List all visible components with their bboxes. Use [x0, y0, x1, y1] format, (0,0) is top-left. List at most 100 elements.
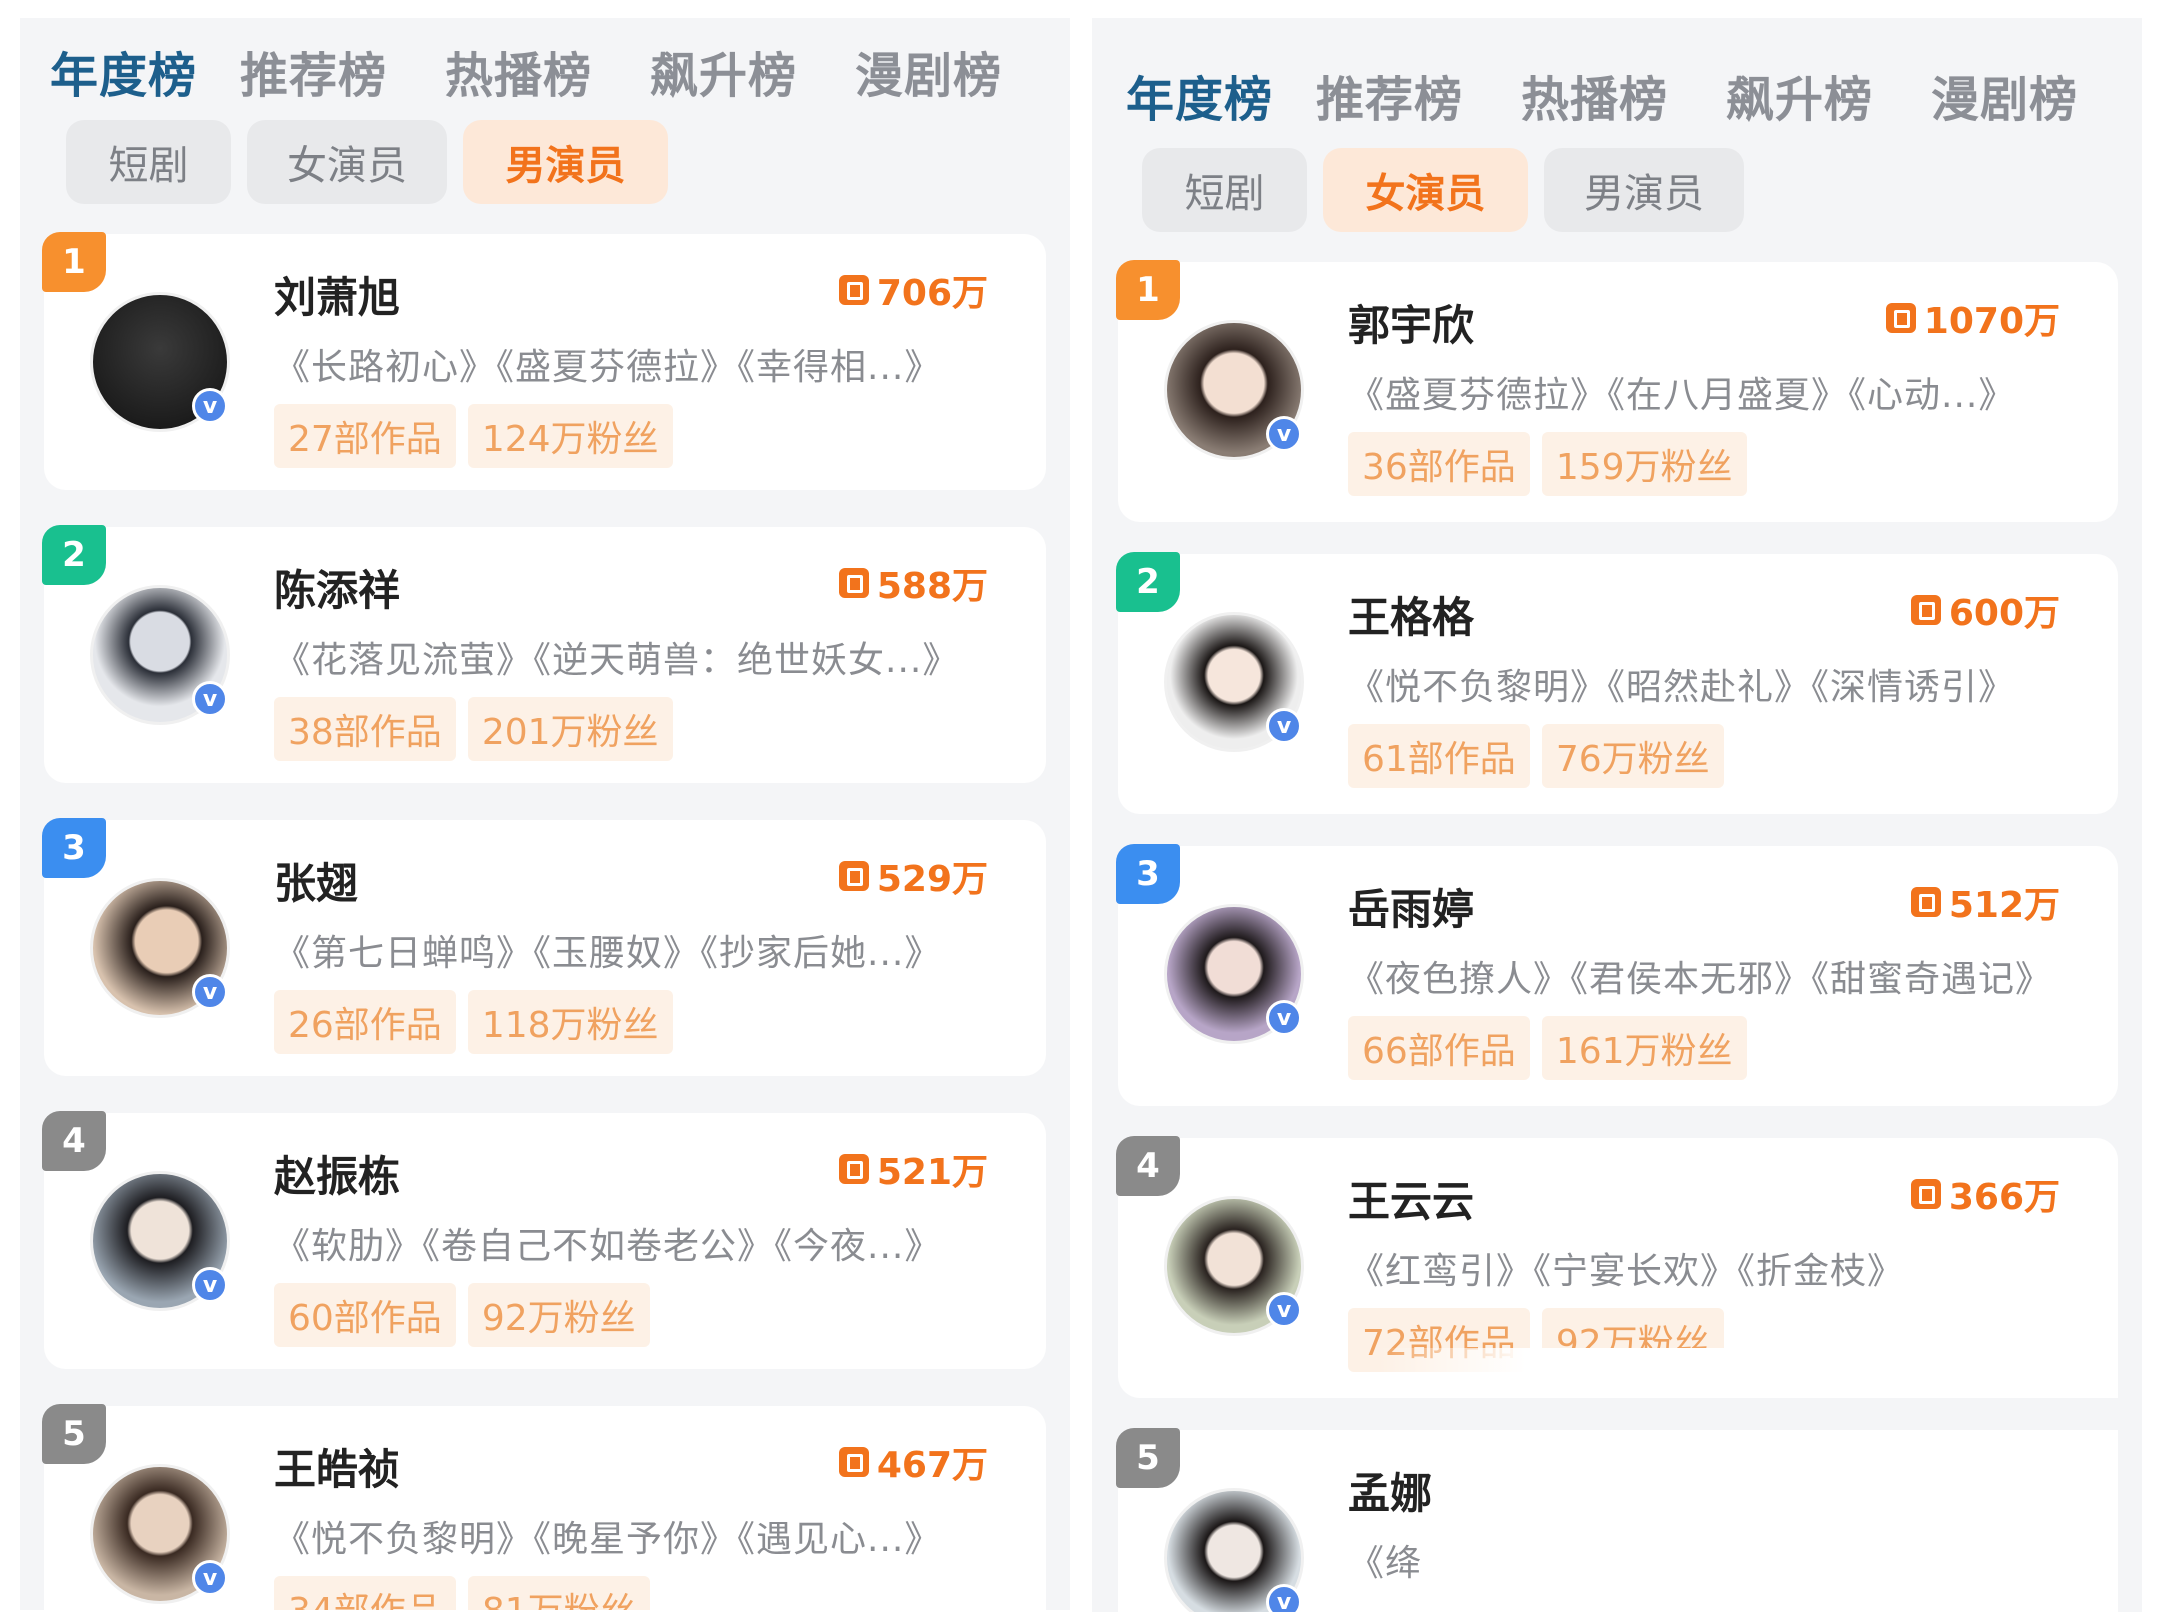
rank-badge: 2: [1116, 552, 1180, 612]
list-item[interactable]: 1 v 郭宇欣 1070万 《盛夏芬德拉》《在八月盛夏》《心动...》 36部作…: [1116, 260, 2118, 522]
ranking-tabs: 年度榜 推荐榜 热播榜 飙升榜 漫剧榜: [50, 36, 1060, 106]
actor-name[interactable]: 刘萧旭: [274, 264, 400, 325]
tab-annual[interactable]: 年度榜: [1126, 60, 1316, 130]
works-count: 66部作品: [1348, 1016, 1530, 1080]
works-count: 36部作品: [1348, 432, 1530, 496]
rank-badge: 4: [42, 1111, 106, 1171]
works-list: 《悦不负黎明》《晚星予你》《遇见心...》: [274, 1519, 942, 1560]
fade-overlay: [1478, 1430, 2118, 1612]
verified-icon: v: [1266, 1292, 1302, 1328]
stats: 38部作品 201万粉丝: [274, 697, 673, 761]
tab-recommended[interactable]: 推荐榜: [1316, 60, 1521, 130]
fans-count: 161万粉丝: [1541, 1016, 1747, 1080]
tab-rising[interactable]: 飙升榜: [650, 36, 855, 106]
tab-hot[interactable]: 热播榜: [1521, 60, 1726, 130]
heat-value: 366万: [1910, 1168, 2060, 1220]
actor-name[interactable]: 赵振栋: [274, 1143, 400, 1204]
works-list: 《悦不负黎明》《昭然赴礼》《深情诱引》: [1348, 667, 2016, 708]
verified-icon: v: [192, 1560, 228, 1596]
heat-icon: [838, 568, 869, 598]
heat-icon: [1885, 303, 1916, 333]
tab-annual[interactable]: 年度榜: [50, 36, 240, 106]
list-item[interactable]: 1 v 刘萧旭 706万 《长路初心》《盛夏芬德拉》《幸得相...》 27部作品…: [42, 232, 1046, 490]
tab-comic[interactable]: 漫剧榜: [1931, 60, 2136, 130]
rank-badge: 1: [42, 232, 106, 292]
works-count: 34部作品: [274, 1576, 456, 1610]
stats: 34部作品 81万粉丝: [274, 1576, 650, 1610]
fans-count: 201万粉丝: [467, 697, 673, 761]
chip-actress[interactable]: 女演员: [1323, 148, 1528, 232]
actress-ranking-panel: 年度榜 推荐榜 热播榜 飙升榜 漫剧榜 短剧 女演员 男演员 1 v 郭宇欣 1…: [1092, 18, 2142, 1612]
actress-name[interactable]: 郭宇欣: [1348, 292, 1474, 353]
heat-icon: [838, 861, 869, 891]
actor-name[interactable]: 王皓祯: [274, 1436, 400, 1497]
category-chips: 短剧 女演员 男演员: [1142, 148, 1744, 232]
works-list: 《红鸾引》《宁宴长欢》《折金枝》: [1348, 1251, 1905, 1292]
verified-icon: v: [192, 1267, 228, 1303]
tab-rising[interactable]: 飙升榜: [1726, 60, 1931, 130]
works-count: 27部作品: [274, 404, 456, 468]
works-list: 《软肋》《卷自己不如卷老公》《今夜...》: [274, 1226, 942, 1267]
heat-value: 512万: [1910, 876, 2060, 928]
chip-actor[interactable]: 男演员: [463, 120, 668, 204]
works-list: 《盛夏芬德拉》《在八月盛夏》《心动...》: [1348, 375, 2016, 416]
category-chips: 短剧 女演员 男演员: [66, 120, 668, 204]
actress-name[interactable]: 王云云: [1348, 1168, 1474, 1229]
verified-icon: v: [192, 974, 228, 1010]
works-list: 《绛: [1348, 1543, 1423, 1584]
chip-short-drama[interactable]: 短剧: [66, 120, 231, 204]
heat-value: 706万: [838, 264, 988, 316]
fade-overlay: [1378, 1348, 2118, 1398]
actor-name[interactable]: 张翅: [274, 850, 358, 911]
actress-name[interactable]: 岳雨婷: [1348, 876, 1474, 937]
verified-icon: v: [1266, 1584, 1302, 1612]
works-count: 38部作品: [274, 697, 456, 761]
list-item[interactable]: 2 v 陈添祥 588万 《花落见流萤》《逆天萌兽：绝世妖女...》 38部作品…: [42, 525, 1046, 783]
fans-count: 81万粉丝: [467, 1576, 650, 1610]
tab-hot[interactable]: 热播榜: [445, 36, 650, 106]
fans-count: 124万粉丝: [467, 404, 673, 468]
heat-value: 1070万: [1885, 292, 2060, 344]
list-item[interactable]: 2 v 王格格 600万 《悦不负黎明》《昭然赴礼》《深情诱引》 61部作品 7…: [1116, 552, 2118, 814]
rank-badge: 3: [42, 818, 106, 878]
list-item[interactable]: 3 v 岳雨婷 512万 《夜色撩人》《君侯本无邪》《甜蜜奇遇记》 66部作品 …: [1116, 844, 2118, 1106]
fans-count: 159万粉丝: [1541, 432, 1747, 496]
heat-icon: [838, 275, 869, 305]
male-actor-ranking-panel: 年度榜 推荐榜 热播榜 飙升榜 漫剧榜 短剧 女演员 男演员 1 v 刘萧旭 7…: [20, 18, 1070, 1610]
tab-comic[interactable]: 漫剧榜: [855, 36, 1060, 106]
heat-icon: [838, 1154, 869, 1184]
verified-icon: v: [1266, 708, 1302, 744]
chip-short-drama[interactable]: 短剧: [1142, 148, 1307, 232]
fans-count: 118万粉丝: [467, 990, 673, 1054]
verified-icon: v: [192, 681, 228, 717]
list-item[interactable]: 5 v 孟娜 《绛: [1116, 1428, 2118, 1612]
tab-recommended[interactable]: 推荐榜: [240, 36, 445, 106]
chip-actress[interactable]: 女演员: [247, 120, 447, 204]
verified-icon: v: [1266, 416, 1302, 452]
actor-name[interactable]: 陈添祥: [274, 557, 400, 618]
stats: 61部作品 76万粉丝: [1348, 724, 1724, 788]
rank-badge: 5: [1116, 1428, 1180, 1488]
stats: 27部作品 124万粉丝: [274, 404, 673, 468]
actress-name[interactable]: 孟娜: [1348, 1460, 1432, 1521]
list-item[interactable]: 4 v 王云云 366万 《红鸾引》《宁宴长欢》《折金枝》 72部作品 92万粉…: [1116, 1136, 2118, 1398]
works-list: 《夜色撩人》《君侯本无邪》《甜蜜奇遇记》: [1348, 959, 2053, 1000]
works-count: 26部作品: [274, 990, 456, 1054]
works-count: 61部作品: [1348, 724, 1530, 788]
actress-name[interactable]: 王格格: [1348, 584, 1474, 645]
verified-icon: v: [192, 388, 228, 424]
heat-icon: [1910, 887, 1941, 917]
rank-badge: 4: [1116, 1136, 1180, 1196]
panel-divider: [1070, 0, 1092, 1620]
heat-icon: [1910, 1179, 1941, 1209]
ranking-tabs: 年度榜 推荐榜 热播榜 飙升榜 漫剧榜: [1126, 60, 2136, 130]
heat-icon: [838, 1447, 869, 1477]
heat-value: 529万: [838, 850, 988, 902]
list-item[interactable]: 4 v 赵振栋 521万 《软肋》《卷自己不如卷老公》《今夜...》 60部作品…: [42, 1111, 1046, 1369]
chip-actor[interactable]: 男演员: [1544, 148, 1744, 232]
rank-badge: 1: [1116, 260, 1180, 320]
list-item[interactable]: 5 v 王皓祯 467万 《悦不负黎明》《晚星予你》《遇见心...》 34部作品…: [42, 1404, 1046, 1610]
stats: 66部作品 161万粉丝: [1348, 1016, 1747, 1080]
list-item[interactable]: 3 v 张翅 529万 《第七日蝉鸣》《玉腰奴》《抄家后她...》 26部作品 …: [42, 818, 1046, 1076]
works-count: 60部作品: [274, 1283, 456, 1347]
